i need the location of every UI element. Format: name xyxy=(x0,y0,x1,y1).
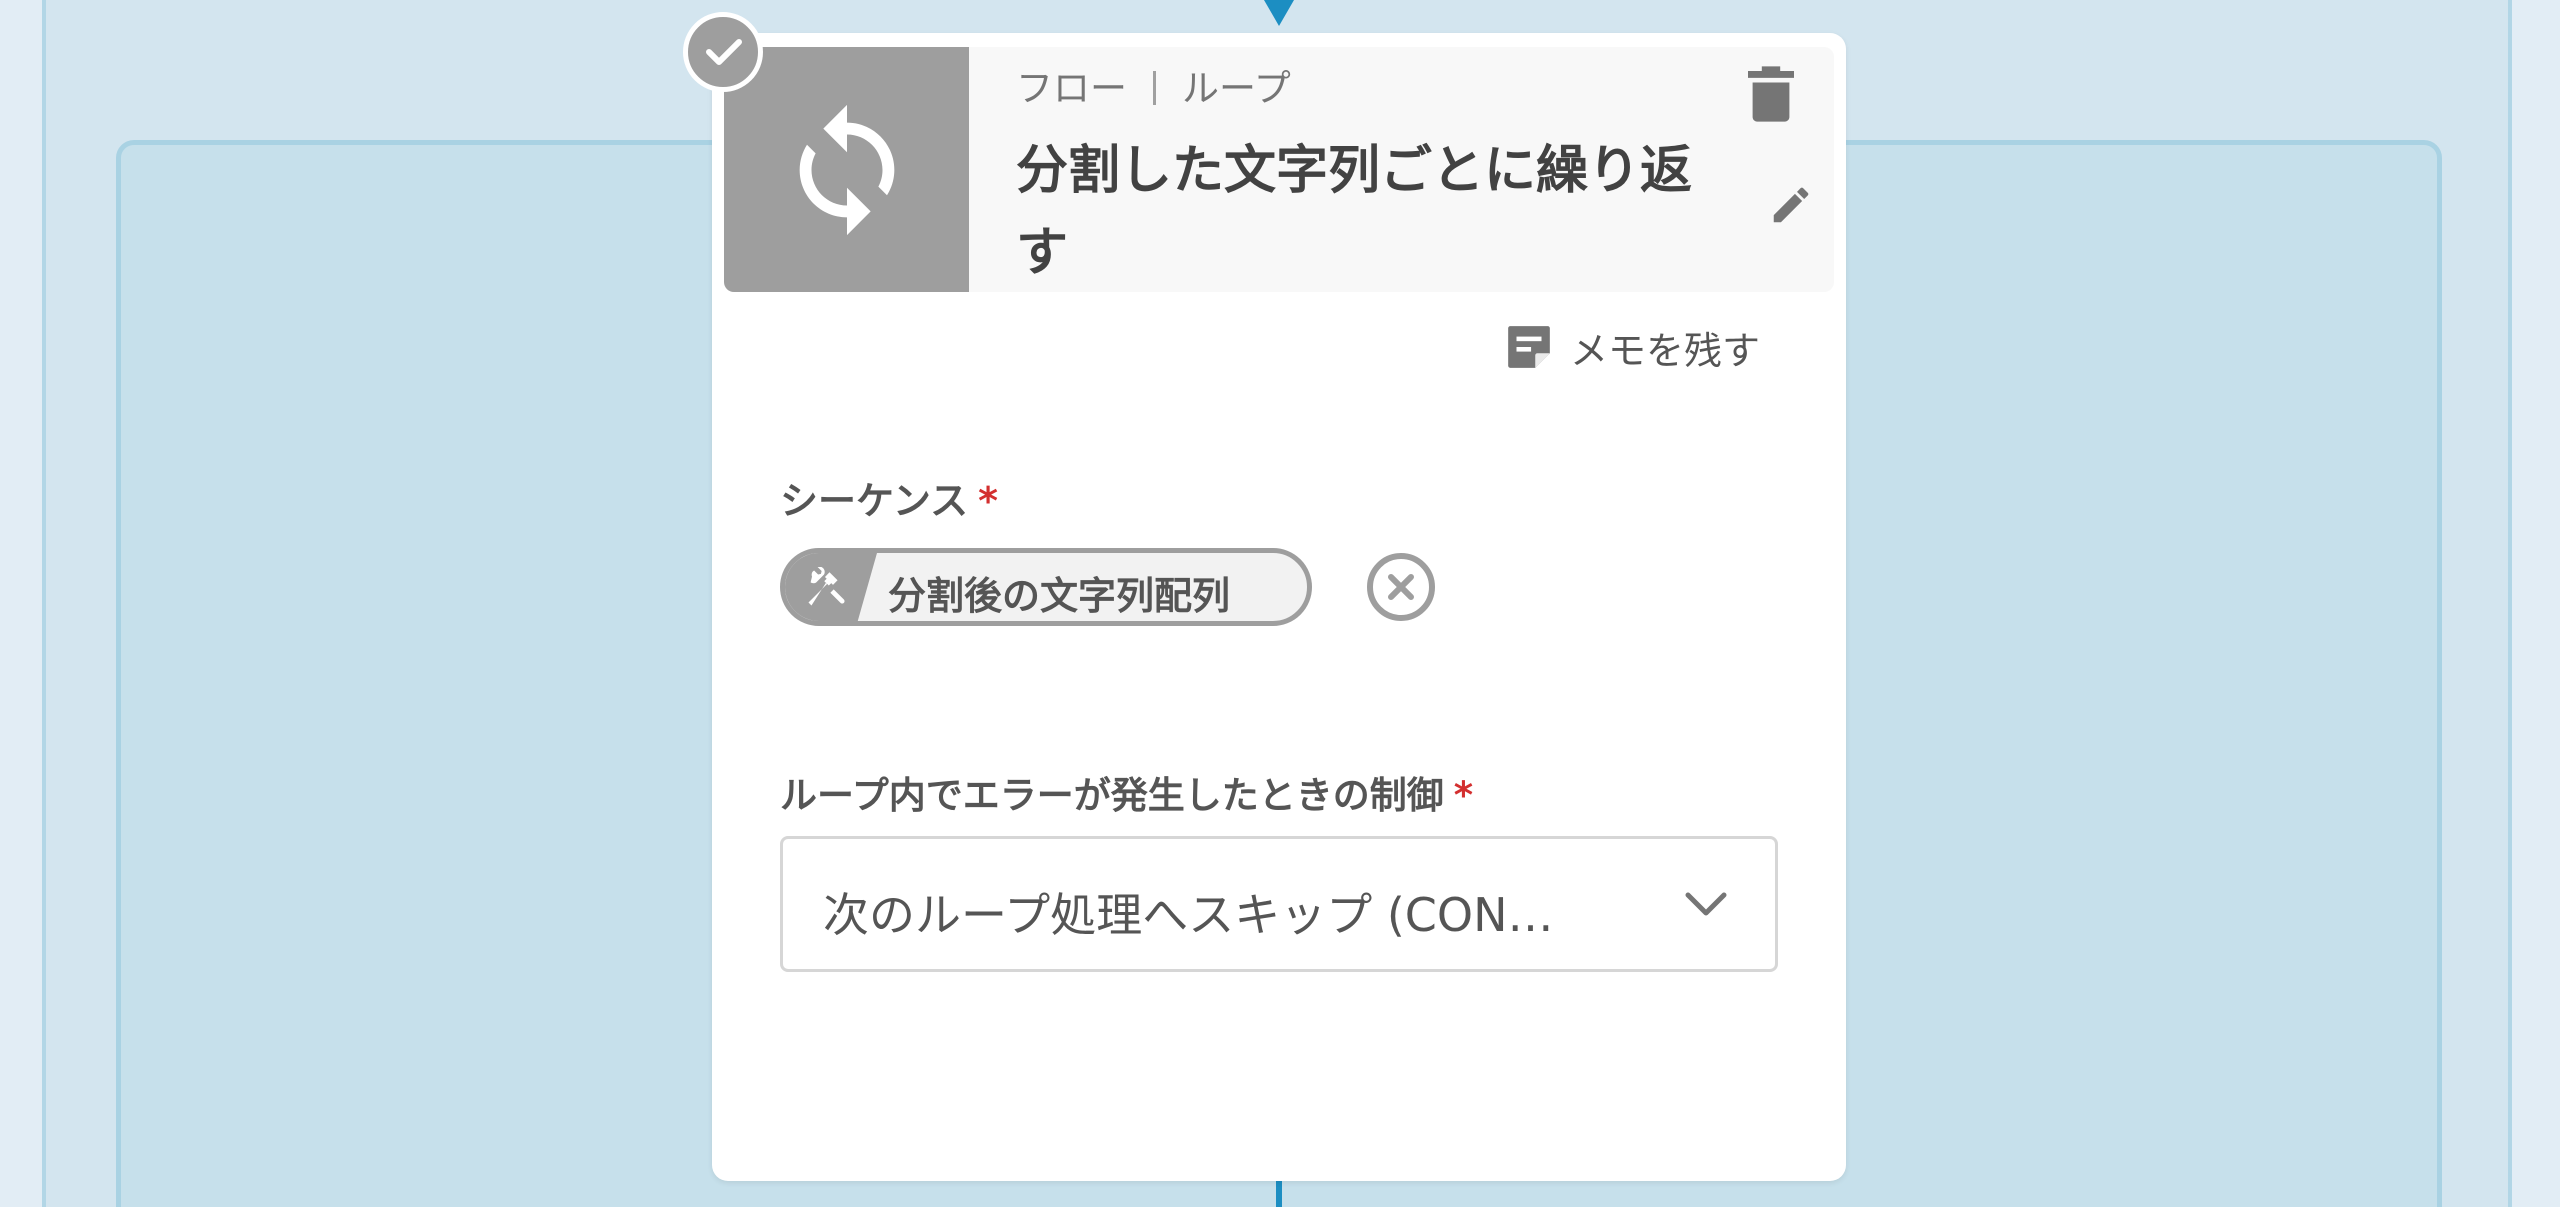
tools-icon xyxy=(808,567,845,606)
chip-icon-box xyxy=(785,553,877,621)
sequence-label-text: シーケンス xyxy=(780,479,969,523)
memo-button[interactable]: メモを残す xyxy=(1504,320,1760,374)
error-control-select[interactable]: 次のループ処理へスキップ (CON… xyxy=(780,836,1778,972)
memo-label: メモを残す xyxy=(1570,328,1761,373)
node-title: 分割した文字列ごとに繰り返す xyxy=(1016,141,1693,283)
breadcrumb-type: ループ xyxy=(1182,67,1291,110)
error-control-label: ループ内でエラーが発生したときの制御 * xyxy=(780,765,1473,819)
connector-arrow-icon xyxy=(1264,0,1294,26)
node-icon-box xyxy=(724,47,969,292)
breadcrumb-separator xyxy=(1153,71,1156,105)
check-icon xyxy=(683,12,763,92)
connector-line xyxy=(1276,1180,1282,1207)
note-icon xyxy=(1508,326,1550,368)
error-control-label-text: ループ内でエラーが発生したときの制御 xyxy=(780,774,1444,817)
required-mark: * xyxy=(1453,774,1474,817)
chip-label: 分割後の文字列配列 xyxy=(888,574,1231,618)
chevron-down-icon xyxy=(1685,892,1727,916)
trash-icon[interactable] xyxy=(1748,66,1794,122)
required-mark: * xyxy=(978,479,998,523)
loop-sync-icon xyxy=(799,104,895,236)
breadcrumb-category: フロー xyxy=(1016,67,1127,110)
pencil-icon[interactable] xyxy=(1768,182,1814,228)
sequence-variable-chip[interactable]: 分割後の文字列配列 xyxy=(780,548,1312,626)
breadcrumb: フロー ループ xyxy=(1016,58,1291,112)
sequence-label: シーケンス * xyxy=(780,470,998,525)
close-circle-icon[interactable] xyxy=(1366,552,1436,622)
select-value: 次のループ処理へスキップ (CON… xyxy=(823,888,1554,942)
